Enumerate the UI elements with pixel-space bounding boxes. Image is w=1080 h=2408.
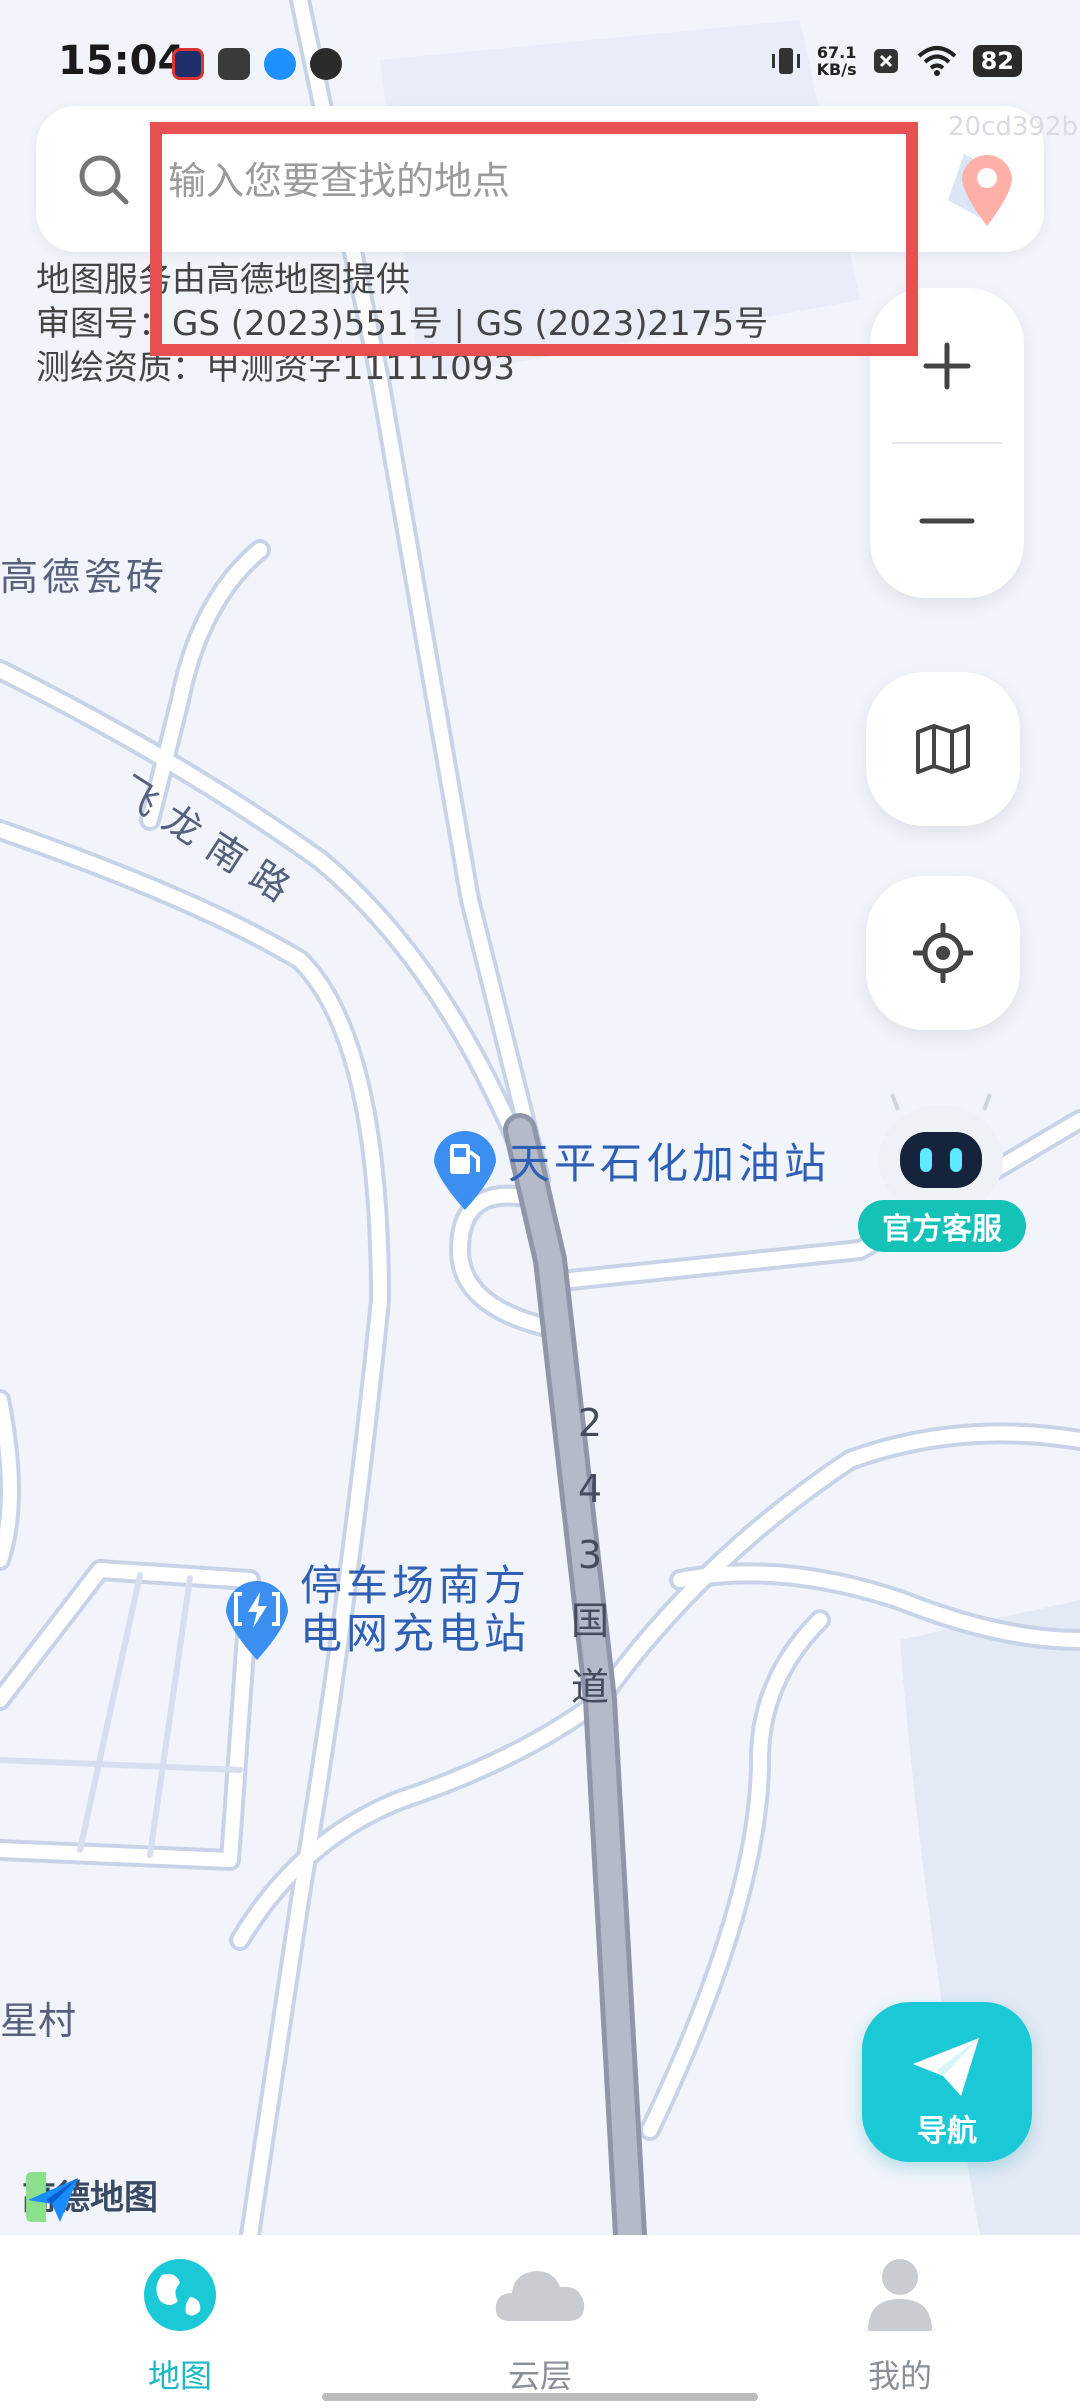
navigate-button-label: 导航	[917, 2114, 977, 2149]
globe-icon	[144, 2259, 216, 2331]
cloud-icon	[495, 2271, 585, 2321]
map-layer-button[interactable]	[866, 672, 1020, 826]
bottom-tab-bar: 地图 云层 我的	[0, 2235, 1080, 2408]
crosshair-locate-icon	[913, 923, 973, 983]
navigate-button[interactable]: 导航	[862, 2002, 1032, 2162]
tab-map-label: 地图	[147, 2357, 212, 2395]
home-indicator	[322, 2393, 758, 2401]
amap-logo-icon	[26, 2172, 78, 2222]
map-badge-text: 20cd392b	[948, 112, 1079, 142]
place-label-tile-store: 高德瓷砖	[0, 555, 169, 599]
charging-station-pin-icon	[226, 1580, 288, 1660]
search-highlight-annotation	[150, 122, 918, 356]
zoom-out-button[interactable]	[870, 443, 1024, 598]
planet-notification-icon	[310, 48, 342, 80]
status-time: 15:04	[58, 38, 186, 84]
location-pin-badge-icon	[948, 154, 1012, 226]
status-notification-icons	[172, 48, 342, 80]
vibrate-icon	[771, 48, 800, 74]
tab-map[interactable]: 地图	[70, 2253, 290, 2395]
person-icon	[868, 2259, 932, 2331]
sim-disabled-icon	[873, 49, 898, 73]
gas-station-pin-icon	[434, 1130, 496, 1210]
poi-charging-station-label: 停车场南方 电网充电站	[300, 1561, 531, 1658]
amap-logo: 高德地图	[22, 2170, 158, 2222]
locate-me-button[interactable]	[866, 876, 1020, 1030]
tab-profile[interactable]: 我的	[790, 2253, 1010, 2395]
place-label-village: 星村	[0, 1999, 77, 2043]
national-road-label: 2 4 3 国 道	[570, 1401, 609, 1709]
plus-notification-icon	[264, 48, 296, 80]
battery-indicator: 82	[972, 45, 1022, 77]
paper-plane-icon	[913, 2038, 979, 2096]
tab-cloud-layer[interactable]: 云层	[430, 2253, 650, 2395]
status-system-icons: 67.1 KB/s 82	[769, 44, 1022, 78]
poi-gas-station-label: 天平石化加油站	[508, 1139, 831, 1188]
plus-icon	[923, 342, 971, 389]
map-layers-icon	[916, 724, 970, 774]
network-speed: 67.1 KB/s	[816, 43, 857, 79]
minus-icon	[919, 518, 975, 523]
tab-cloud-layer-label: 云层	[507, 2357, 572, 2395]
search-icon	[79, 155, 129, 205]
vivo-notification-icon	[218, 48, 250, 80]
customer-service-label[interactable]: 官方客服	[858, 1200, 1026, 1252]
status-bar: 15:04 67.1 KB/s 82	[0, 0, 1080, 110]
tab-profile-label: 我的	[867, 2357, 932, 2395]
app-notification-icon	[172, 48, 204, 80]
wifi-icon	[917, 46, 956, 76]
